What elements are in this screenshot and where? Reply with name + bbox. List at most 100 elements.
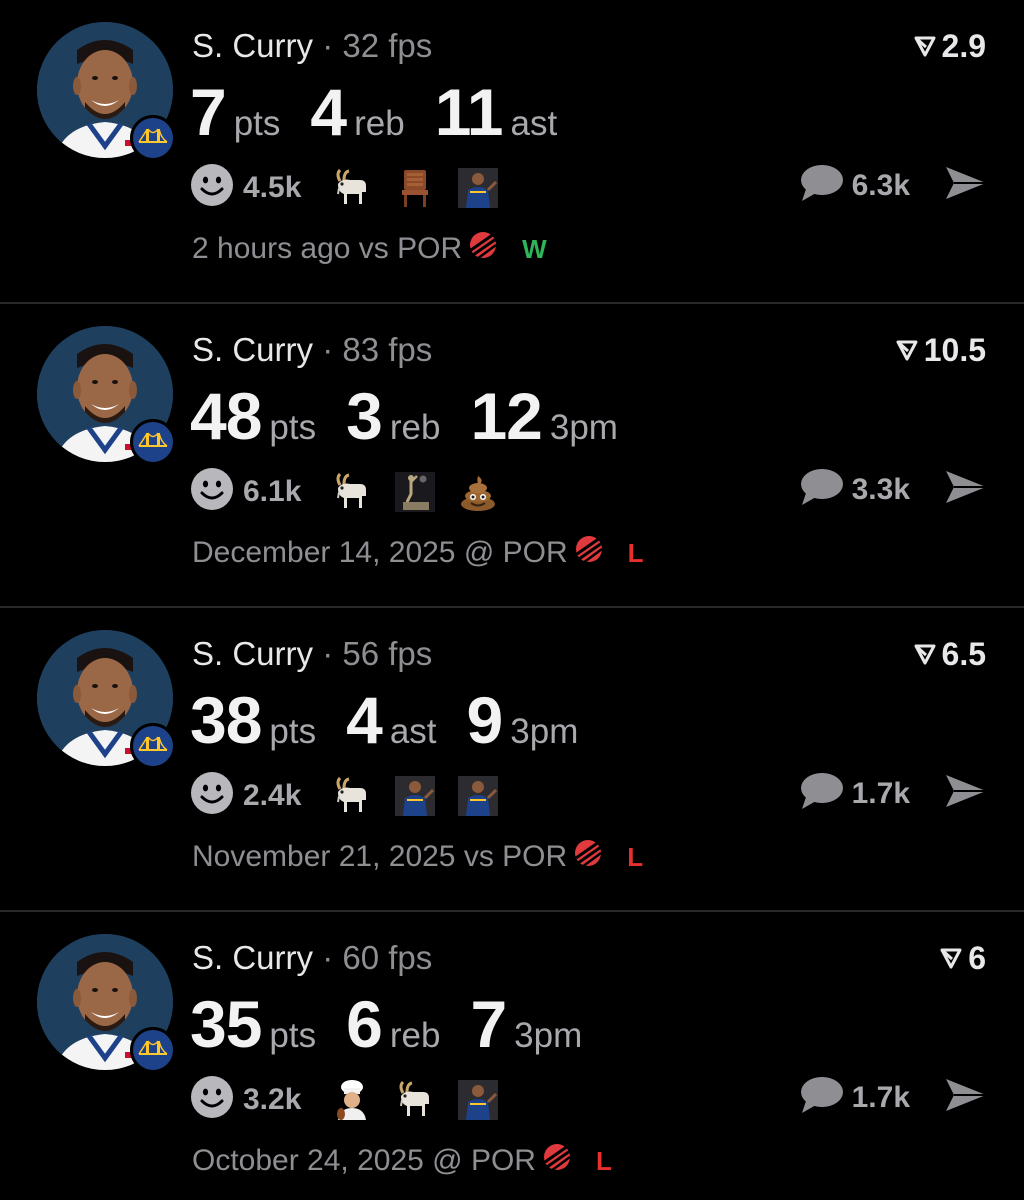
reactions-bar: 3.2k: [190, 1075, 518, 1124]
stat-item: 4 reb: [310, 72, 404, 152]
stat-label: 3pm: [514, 1016, 583, 1055]
goat-emoji[interactable]: [392, 1077, 438, 1123]
player-name[interactable]: S. Curry: [192, 939, 313, 976]
poop-emoji[interactable]: [455, 469, 501, 515]
score-icon: [940, 938, 962, 978]
warriors-logo-icon: [130, 723, 176, 769]
stat-label: ast: [510, 104, 558, 143]
stat-label: reb: [389, 1016, 441, 1055]
stat-value: 4: [346, 683, 383, 757]
stat-value: 4: [310, 75, 347, 149]
header-separator: ·: [322, 939, 334, 976]
stat-line: 7 pts 4 reb 11 ast: [190, 72, 587, 152]
score-value: 2.9: [941, 28, 986, 64]
share-icon[interactable]: [944, 469, 988, 510]
player-emoji[interactable]: [455, 165, 501, 211]
post-header: S. Curry · 60 fps: [192, 938, 432, 978]
player-emoji[interactable]: [455, 1077, 501, 1123]
stat-label: 3pm: [510, 712, 579, 751]
player-name[interactable]: S. Curry: [192, 27, 313, 64]
share-icon[interactable]: [944, 1077, 988, 1118]
stat-item: 9 3pm: [467, 680, 579, 760]
score-icon: [914, 634, 936, 674]
reaction-count[interactable]: 6.1k: [243, 475, 301, 509]
game-timestamp: October 24, 2025 @ POR: [192, 1144, 536, 1177]
game-timestamp: 2 hours ago vs POR: [192, 232, 463, 265]
stat-line: 38 pts 4 ast 9 3pm: [190, 680, 608, 760]
feed: S. Curry · 32 fps 2.9 7 pts 4 reb 11 ast 4.5k …: [0, 0, 1024, 1200]
score-value: 6: [968, 940, 986, 976]
game-result: L: [627, 841, 644, 872]
warriors-logo-icon: [130, 1027, 176, 1073]
smile-icon[interactable]: [190, 467, 234, 516]
warriors-logo-icon: [130, 115, 176, 161]
goat-emoji[interactable]: [329, 165, 375, 211]
smile-icon[interactable]: [190, 771, 234, 820]
score-value: 6.5: [941, 636, 986, 672]
chef-emoji[interactable]: [329, 1077, 375, 1123]
stat-value: 48: [190, 379, 262, 453]
stat-item: 48 pts: [190, 376, 316, 456]
blazers-logo-icon: [468, 228, 498, 270]
blazers-logo-icon: [574, 532, 604, 574]
warriors-logo-icon: [130, 419, 176, 465]
fps-value: 56 fps: [342, 635, 433, 672]
goat-emoji[interactable]: [329, 469, 375, 515]
reaction-count[interactable]: 3.2k: [243, 1083, 301, 1117]
stat-item: 12 3pm: [470, 376, 618, 456]
stat-item: 35 pts: [190, 984, 316, 1064]
statue-emoji[interactable]: [392, 469, 438, 515]
fps-value: 60 fps: [342, 939, 433, 976]
fps-value: 83 fps: [342, 331, 433, 368]
post-card[interactable]: S. Curry · 60 fps 6 35 pts 6 reb 7 3pm 3.2k 1.…: [0, 912, 1024, 1200]
player-emoji[interactable]: [455, 773, 501, 819]
post-card[interactable]: S. Curry · 83 fps 10.5 48 pts 3 reb 12 3pm 6.1…: [0, 304, 1024, 608]
game-result: W: [522, 233, 547, 264]
stat-value: 35: [190, 987, 262, 1061]
share-icon[interactable]: [944, 773, 988, 814]
share-icon[interactable]: [944, 165, 988, 206]
stat-value: 7: [190, 75, 227, 149]
stat-value: 38: [190, 683, 262, 757]
comment-icon[interactable]: [800, 771, 844, 816]
game-meta: November 21, 2025 vs POR L: [192, 836, 643, 878]
score-icon: [896, 330, 918, 370]
stat-value: 9: [466, 683, 504, 757]
post-header: S. Curry · 32 fps: [192, 26, 432, 66]
chair-emoji[interactable]: [392, 165, 438, 211]
smile-icon[interactable]: [190, 163, 234, 212]
comment-count[interactable]: 3.3k: [852, 473, 910, 507]
post-header: S. Curry · 56 fps: [192, 634, 432, 674]
goat-emoji[interactable]: [329, 773, 375, 819]
post-actions: 1.7k: [800, 1075, 988, 1120]
stat-value: 11: [434, 75, 504, 149]
score-value: 10.5: [923, 332, 986, 368]
comment-count[interactable]: 6.3k: [852, 169, 910, 203]
reactions-bar: 6.1k: [190, 467, 518, 516]
stat-line: 48 pts 3 reb 12 3pm: [190, 376, 648, 456]
reactions-bar: 4.5k: [190, 163, 518, 212]
player-emoji[interactable]: [392, 773, 438, 819]
post-card[interactable]: S. Curry · 32 fps 2.9 7 pts 4 reb 11 ast 4.5k …: [0, 0, 1024, 304]
stat-value: 7: [470, 987, 507, 1061]
stat-label: pts: [233, 104, 281, 143]
post-card[interactable]: S. Curry · 56 fps 6.5 38 pts 4 ast 9 3pm 2.4k …: [0, 608, 1024, 912]
reaction-count[interactable]: 2.4k: [243, 779, 301, 813]
player-name[interactable]: S. Curry: [192, 635, 313, 672]
stat-item: 6 reb: [346, 984, 440, 1064]
comment-count[interactable]: 1.7k: [852, 1081, 910, 1115]
post-score: 6: [940, 938, 986, 978]
smile-icon[interactable]: [190, 1075, 234, 1124]
post-score: 2.9: [914, 26, 986, 66]
comment-count[interactable]: 1.7k: [852, 777, 910, 811]
game-timestamp: December 14, 2025 @ POR: [192, 536, 568, 569]
player-name[interactable]: S. Curry: [192, 331, 313, 368]
stat-item: 7 pts: [190, 72, 280, 152]
stat-label: pts: [269, 1016, 317, 1055]
reaction-count[interactable]: 4.5k: [243, 171, 301, 205]
comment-icon[interactable]: [800, 1075, 844, 1120]
stat-item: 3 reb: [346, 376, 440, 456]
comment-icon[interactable]: [800, 163, 844, 208]
stat-label: pts: [269, 712, 317, 751]
comment-icon[interactable]: [800, 467, 844, 512]
